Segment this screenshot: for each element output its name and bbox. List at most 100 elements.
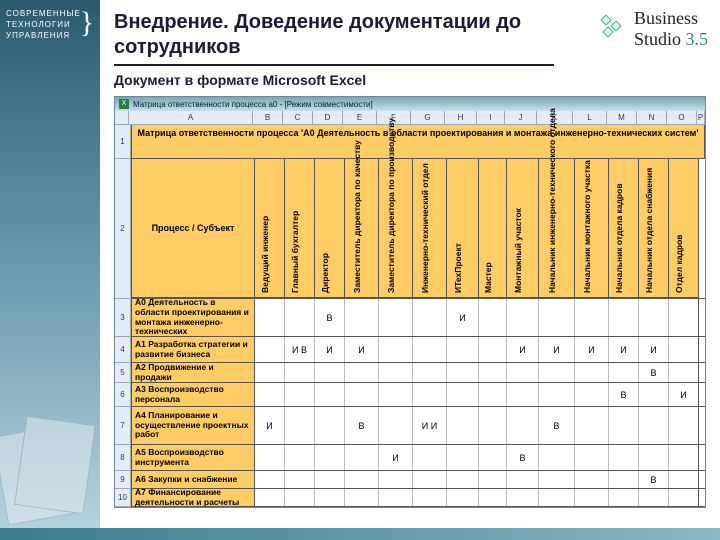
row-header: 5: [115, 363, 130, 383]
value-cell: [345, 299, 379, 336]
value-cell: [413, 299, 447, 336]
value-cell: И В: [285, 337, 315, 362]
value-cell: [379, 407, 413, 444]
value-cell: В: [639, 363, 669, 382]
value-cell: [447, 363, 479, 382]
role-header: Заместитель директора по производству: [379, 159, 413, 298]
value-cell: [575, 363, 609, 382]
matrix-title: Матрица ответственности процесса 'A0 Дея…: [131, 125, 705, 159]
value-cell: [575, 299, 609, 336]
value-cell: И: [255, 407, 285, 444]
col-header: L: [573, 111, 607, 124]
row-header: 1: [115, 125, 130, 159]
role-header: Ведущий инженер: [255, 159, 285, 298]
value-cell: [609, 489, 639, 506]
row-header: 8: [115, 445, 130, 471]
role-header: Начальник инженерно-технического отдела: [539, 159, 575, 298]
value-cell: [669, 407, 699, 444]
value-cell: [539, 299, 575, 336]
col-header: D: [313, 111, 343, 124]
value-cell: [379, 299, 413, 336]
value-cell: [507, 489, 539, 506]
col-header: P: [697, 111, 705, 124]
value-cell: И: [639, 337, 669, 362]
col-header: J: [505, 111, 537, 124]
value-cell: И: [379, 445, 413, 470]
value-cell: [315, 489, 345, 506]
value-cell: [413, 489, 447, 506]
role-header: Отдел кадров: [669, 159, 699, 298]
value-cell: В: [507, 445, 539, 470]
col-header: O: [667, 111, 697, 124]
value-cell: [507, 363, 539, 382]
value-cell: И: [507, 337, 539, 362]
value-cell: [479, 299, 507, 336]
excel-window: X Матрица ответственности процесса а0 - …: [114, 96, 706, 508]
cells-area: Матрица ответственности процесса 'A0 Дея…: [131, 125, 705, 507]
role-header: Заместитель директора по качеству: [345, 159, 379, 298]
value-cell: [479, 337, 507, 362]
role-header: Начальник отдела снабжения: [639, 159, 669, 298]
excel-icon: X: [119, 99, 129, 109]
value-cell: [539, 445, 575, 470]
row-header: 7: [115, 407, 130, 445]
value-cell: [447, 489, 479, 506]
value-cell: [447, 471, 479, 488]
value-cell: И: [315, 337, 345, 362]
value-cell: [507, 471, 539, 488]
table-row: A1 Разработка стратегии и развитие бизне…: [131, 337, 705, 363]
value-cell: [345, 363, 379, 382]
main-content: Business Studio 3.5 Внедрение. Доведение…: [100, 0, 720, 540]
row-headers: 12345678910: [115, 125, 131, 507]
value-cell: И: [669, 383, 699, 406]
value-cell: [479, 383, 507, 406]
bracket-icon: }: [80, 6, 94, 40]
footer-strip: [0, 528, 720, 540]
role-header: ИТехПроект: [447, 159, 479, 298]
value-cell: [315, 407, 345, 444]
value-cell: [639, 489, 669, 506]
value-cell: [669, 445, 699, 470]
value-cell: [609, 363, 639, 382]
role-header: Инженерно-технический отдел: [413, 159, 447, 298]
value-cell: [539, 471, 575, 488]
value-cell: [479, 363, 507, 382]
excel-titlebar: X Матрица ответственности процесса а0 - …: [115, 97, 705, 111]
value-cell: [315, 383, 345, 406]
value-cell: [609, 299, 639, 336]
value-cell: [255, 299, 285, 336]
value-cell: [507, 383, 539, 406]
value-cell: [315, 363, 345, 382]
table-row: A2 Продвижение и продажи В: [131, 363, 705, 383]
column-headers: ABCDEFGHIJKLMNOP: [115, 111, 705, 125]
value-cell: [447, 337, 479, 362]
row-header: 6: [115, 383, 130, 407]
role-header: Начальник отдела кадров: [609, 159, 639, 298]
value-cell: [575, 383, 609, 406]
value-cell: [285, 407, 315, 444]
documents-icon: [0, 420, 100, 530]
value-cell: [285, 489, 315, 506]
value-cell: [285, 383, 315, 406]
brand-logo: Business Studio 3.5: [598, 8, 708, 50]
value-cell: [413, 383, 447, 406]
value-cell: [575, 445, 609, 470]
value-cell: [669, 471, 699, 488]
value-cell: [507, 299, 539, 336]
value-cell: [447, 445, 479, 470]
value-cell: [639, 445, 669, 470]
value-cell: [639, 407, 669, 444]
value-cell: [255, 471, 285, 488]
process-cell: A4 Планирование и осуществление проектны…: [131, 407, 255, 444]
value-cell: [609, 407, 639, 444]
value-cell: [315, 445, 345, 470]
table-row: A7 Финансирование деятельности и расчеты: [131, 489, 705, 507]
value-cell: [669, 299, 699, 336]
value-cell: [639, 383, 669, 406]
value-cell: [479, 445, 507, 470]
process-cell: A2 Продвижение и продажи: [131, 363, 255, 382]
role-header: Главный бухгалтер: [285, 159, 315, 298]
page-title: Внедрение. Доведение документации до сот…: [114, 10, 554, 66]
process-cell: A0 Деятельность в области проектирования…: [131, 299, 255, 336]
value-cell: [379, 489, 413, 506]
